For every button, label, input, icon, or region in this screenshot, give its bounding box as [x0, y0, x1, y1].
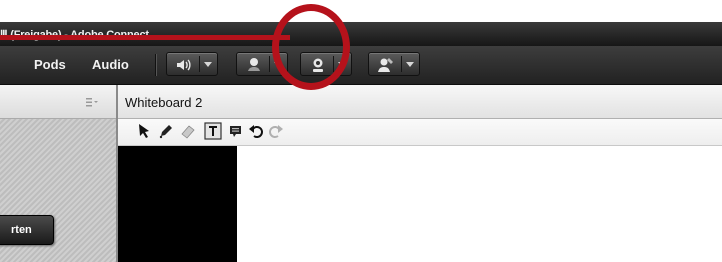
shape-tool-icon[interactable]: [228, 123, 244, 139]
menu-pods[interactable]: Pods: [34, 57, 66, 72]
undo-icon[interactable]: [248, 123, 264, 139]
start-button[interactable]: rten: [0, 215, 54, 245]
annotation-highlight-circle: [272, 4, 350, 90]
pencil-tool-icon[interactable]: [158, 123, 174, 139]
speaker-icon: [177, 59, 191, 71]
whiteboard-pod: Whiteboard 2: [118, 85, 722, 262]
whiteboard-canvas[interactable]: [118, 146, 722, 262]
window-titlebar: Ⅲ (Freigabe) - Adobe Connect: [0, 22, 722, 46]
pointer-tool-icon[interactable]: [136, 123, 152, 139]
left-pod: rten: [0, 85, 118, 262]
eraser-tool-icon[interactable]: [180, 123, 196, 139]
pod-options-icon[interactable]: [86, 97, 98, 107]
toolbar-divider: [155, 54, 156, 76]
redo-icon[interactable]: [268, 123, 284, 139]
left-pod-header: [0, 85, 116, 119]
status-button[interactable]: [368, 52, 420, 76]
main-toolbar: Pods Audio: [0, 46, 722, 85]
menu-audio[interactable]: Audio: [92, 57, 129, 72]
whiteboard-toolbar: [118, 119, 722, 146]
speaker-button[interactable]: [166, 52, 218, 76]
microphone-icon: [248, 58, 260, 71]
chevron-down-icon[interactable]: [406, 62, 414, 67]
text-tool-icon[interactable]: [204, 122, 222, 140]
chevron-down-icon[interactable]: [204, 62, 212, 67]
annotation-pointer-line: [0, 35, 290, 40]
whiteboard-header: Whiteboard 2: [118, 85, 722, 119]
canvas-black-region: [118, 146, 237, 262]
whiteboard-title: Whiteboard 2: [125, 95, 203, 110]
raise-hand-icon: [378, 58, 393, 72]
